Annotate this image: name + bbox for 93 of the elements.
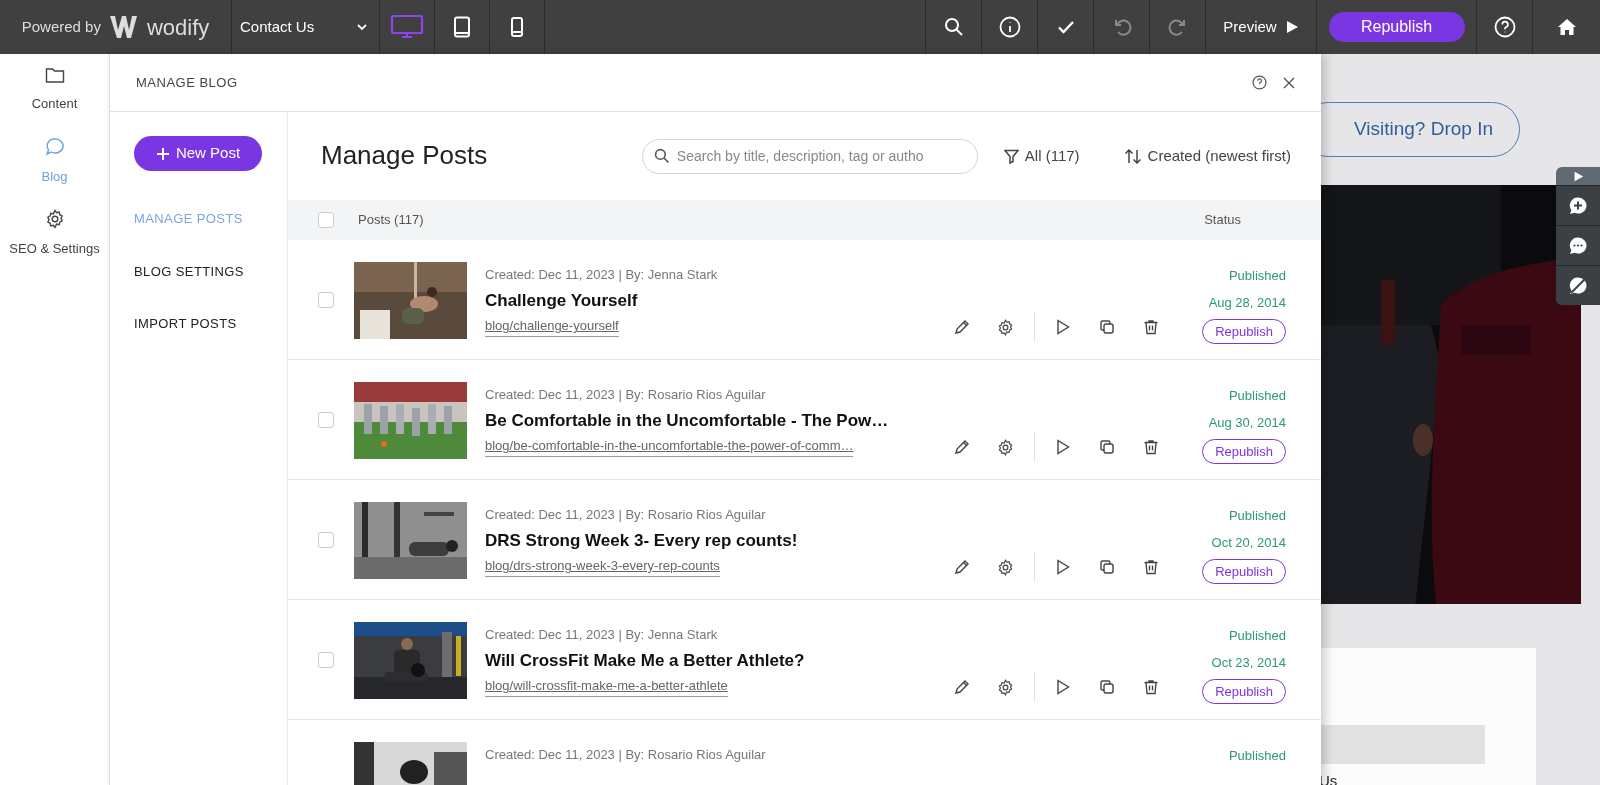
sidebar-item[interactable]: Content <box>0 54 109 125</box>
panel-title: MANAGE BLOG <box>136 73 238 92</box>
play-icon <box>1055 319 1070 335</box>
post-meta: Created: Dec 11, 2023 | By: Rosario Rios Aguilar <box>485 506 766 524</box>
page-heading: Manage Posts <box>321 140 488 172</box>
tablet-icon <box>453 16 471 38</box>
plus-icon <box>155 146 170 161</box>
status-text: Published <box>1228 267 1286 285</box>
trash-icon <box>1142 679 1159 695</box>
select-all-checkbox[interactable] <box>318 212 334 228</box>
column-header: Posts (117) <box>358 211 424 230</box>
status-date: Oct 20, 2014 <box>1211 533 1286 552</box>
row-checkbox[interactable] <box>318 412 334 428</box>
post-title[interactable]: Will CrossFit Make Me a Better Athlete? <box>485 649 805 673</box>
trash-icon <box>1142 559 1159 575</box>
sort-icon <box>1123 148 1142 164</box>
hide-comments-button[interactable] <box>1556 265 1600 305</box>
pencil-icon <box>953 319 970 335</box>
status-date: Oct 23, 2014 <box>1211 653 1286 672</box>
home-icon <box>1556 17 1577 37</box>
redo-icon <box>1167 17 1188 37</box>
gear-icon <box>44 209 65 229</box>
gear-icon <box>997 438 1015 456</box>
search-icon <box>943 17 964 37</box>
sidebar-item[interactable]: SEO & Settings <box>0 197 109 270</box>
row-checkbox[interactable] <box>318 532 334 548</box>
powered-by-text: Powered by <box>21 16 101 37</box>
trash-icon <box>1142 319 1159 335</box>
copy-icon <box>1098 319 1115 335</box>
post-url-link[interactable]: blog/will-crossfit-make-me-a-better-athlete <box>485 676 728 697</box>
copy-icon <box>1098 559 1115 575</box>
post-meta: Created: Dec 11, 2023 | By: Jenna Stark <box>485 626 718 644</box>
logo-mark-icon <box>108 14 139 40</box>
pencil-icon <box>953 559 970 575</box>
gear-icon <box>997 678 1015 696</box>
row-checkbox[interactable] <box>318 292 334 308</box>
post-url-link[interactable]: blog/be-comfortable-in-the-uncomfortable-the-power-of-comm… <box>485 436 854 457</box>
comment-icon <box>1568 235 1588 256</box>
post-title[interactable]: Challenge Yourself <box>485 289 638 313</box>
speech-bubble-icon <box>44 136 65 157</box>
post-meta: Created: Dec 11, 2023 | By: Rosario Rios Aguilar <box>485 386 766 404</box>
post-title[interactable]: Be Comfortable in the Uncomfortable - The Pow… <box>485 409 889 433</box>
search-field[interactable]: Search by title, description, tag or autho <box>641 138 978 174</box>
pencil-icon <box>953 679 970 695</box>
hide-comment-icon <box>1568 275 1588 296</box>
phone-icon <box>510 16 524 38</box>
filter-icon <box>1003 148 1019 164</box>
post-url-link[interactable]: blog/drs-strong-week-3-every-rep-counts <box>485 556 720 577</box>
republish-button[interactable]: Republish <box>1328 12 1465 42</box>
gear-icon <box>997 318 1015 336</box>
nav-link[interactable]: BLOG SETTINGS <box>134 261 244 281</box>
post-title[interactable]: DRS Strong Week 3- Every rep counts! <box>485 529 798 553</box>
add-comment-icon <box>1568 195 1588 216</box>
status-date: Aug 30, 2014 <box>1208 413 1286 432</box>
play-icon <box>1055 559 1070 575</box>
play-icon <box>1572 170 1584 182</box>
nav-link[interactable]: IMPORT POSTS <box>134 314 237 334</box>
status-text: Published <box>1228 507 1286 525</box>
status-text: Published <box>1228 627 1286 645</box>
status-text: Published <box>1228 387 1286 405</box>
filter-button[interactable]: All (117) <box>1003 144 1080 168</box>
play-icon <box>1284 20 1299 34</box>
add-comment-button[interactable] <box>1556 185 1600 225</box>
new-post-button[interactable]: New Post <box>134 136 262 171</box>
copy-icon <box>1098 679 1115 695</box>
republish-button[interactable]: Republish <box>1202 439 1286 464</box>
row-checkbox[interactable] <box>318 652 334 668</box>
republish-button[interactable]: Republish <box>1202 679 1286 704</box>
republish-button[interactable]: Republish <box>1202 559 1286 584</box>
monitor-icon <box>390 14 424 40</box>
gear-icon <box>997 558 1015 576</box>
close-button[interactable] <box>1283 76 1295 89</box>
republish-button[interactable]: Republish <box>1202 319 1286 344</box>
post-meta: Created: Dec 11, 2023 | By: Rosario Rios Aguilar <box>485 746 766 764</box>
status-date: Aug 28, 2014 <box>1208 293 1286 312</box>
sort-button[interactable]: Created (newest first) <box>1123 144 1291 168</box>
comments-button[interactable] <box>1556 225 1600 265</box>
column-header: Status <box>1204 211 1241 230</box>
expand-button[interactable] <box>1556 167 1600 185</box>
info-icon <box>998 16 1021 38</box>
post-url-link[interactable]: blog/challenge-yourself <box>485 316 619 337</box>
close-icon <box>1283 76 1295 89</box>
help-icon <box>1493 16 1516 38</box>
caret-icon <box>357 23 367 31</box>
brand-name: wodify <box>146 13 210 42</box>
folder-icon <box>44 66 65 84</box>
play-icon <box>1055 679 1070 695</box>
trash-icon <box>1142 439 1159 455</box>
play-icon <box>1055 439 1070 455</box>
status-text: Published <box>1228 747 1286 765</box>
copy-icon <box>1098 439 1115 455</box>
post-meta: Created: Dec 11, 2023 | By: Jenna Stark <box>485 266 718 284</box>
pencil-icon <box>953 439 970 455</box>
